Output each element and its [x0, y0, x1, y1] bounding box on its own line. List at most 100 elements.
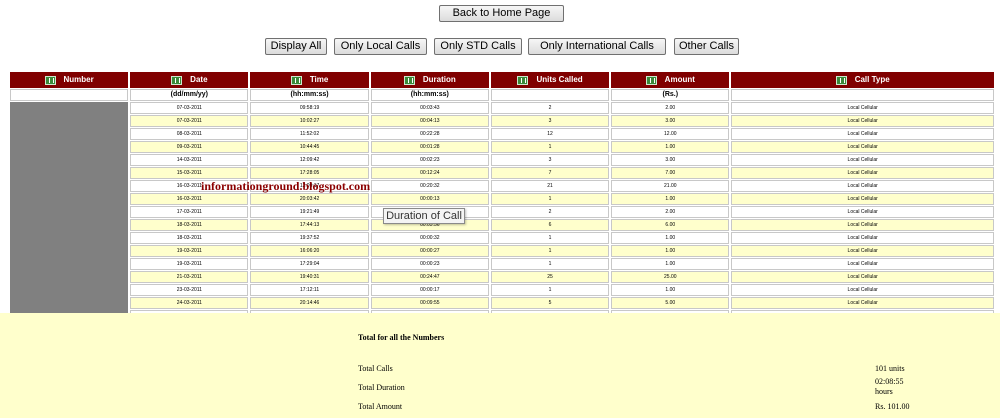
table-cell: 12 [490, 128, 610, 140]
sort-icon[interactable] [403, 75, 415, 85]
table-cell: 10:02:27 [250, 115, 369, 127]
table-cell: 1.00 [611, 258, 730, 270]
table-cell: 14-03-2011 [130, 154, 249, 166]
header-date[interactable]: Date [130, 72, 249, 88]
table-cell: 21-03-2011 [130, 271, 249, 283]
table-cell: 25.00 [611, 271, 730, 283]
table-cell: 7.00 [611, 167, 730, 179]
table-cell: 07-03-2011 [130, 102, 249, 114]
table-cell: 3.00 [611, 115, 730, 127]
table-cell: Local Cellular [731, 206, 994, 218]
header-duration[interactable]: Duration [370, 72, 489, 88]
table-cell: Local Cellular [731, 128, 994, 140]
sort-icon[interactable] [517, 75, 529, 85]
table-cell: 1 [490, 284, 610, 296]
sort-icon[interactable] [645, 75, 657, 85]
table-row: 21-03-2011 19:40:31 00:24:47 25 25.00 Local C… [10, 271, 994, 283]
table-cell: Local Cellular [731, 297, 994, 309]
table-cell: 11:52:02 [250, 128, 369, 140]
summary-title: Total for all the Numbers [358, 333, 445, 342]
table-cell: 1.00 [611, 232, 730, 244]
total-amount-value: Rs. 101.00 [875, 402, 910, 411]
sort-icon[interactable] [290, 75, 302, 85]
table-cell: 09-03-2011 [130, 141, 249, 153]
table-cell: 00:03:43 [370, 102, 489, 114]
table-cell: 21 [490, 180, 610, 192]
total-duration-value: 02:08:55 hours [875, 377, 904, 396]
sort-icon[interactable] [44, 75, 56, 85]
table-cell: 1 [490, 193, 610, 205]
table-cell: 00:00:23 [370, 258, 489, 270]
only-local-calls-button[interactable]: Only Local Calls [334, 38, 427, 55]
header-call-type[interactable]: Call Type [731, 72, 994, 88]
summary-panel: Total for all the Numbers Total Calls 10… [0, 313, 1000, 418]
table-cell: Local Cellular [731, 141, 994, 153]
header-units-called[interactable]: Units Called [490, 72, 610, 88]
table-cell: 12:09:42 [250, 154, 369, 166]
header-time[interactable]: Time [250, 72, 369, 88]
table-cell: 2.00 [611, 102, 730, 114]
table-cell: Local Cellular [731, 271, 994, 283]
unit-cell: (hh:mm:ss) [370, 89, 489, 101]
table-cell: 12.00 [611, 128, 730, 140]
total-calls-label: Total Calls [358, 364, 393, 373]
table-row: 08-03-2011 11:52:02 00:22:28 12 12.00 Local C… [10, 128, 994, 140]
table-cell: 19:40:31 [250, 271, 369, 283]
table-row: 07-03-2011 09:58:19 00:03:43 2 2.00 Local Cel… [10, 102, 994, 361]
only-international-calls-button[interactable]: Only International Calls [528, 38, 666, 55]
table-cell: 7 [490, 167, 610, 179]
table-row: 07-03-2011 10:02:27 00:04:13 3 3.00 Local Cel… [10, 115, 994, 127]
sort-icon[interactable] [835, 75, 847, 85]
table-row: 17-03-201119:21:4900:02:1822.00Local Cel… [10, 206, 994, 218]
other-calls-button[interactable]: Other Calls [674, 38, 739, 55]
table-cell: 00:22:28 [370, 128, 489, 140]
table-cell: 00:04:13 [370, 115, 489, 127]
table-cell: 19:21:49 [250, 206, 369, 218]
unit-cell: (Rs.) [611, 89, 730, 101]
table-row: 23-03-2011 17:12:11 00:00:17 1 1.00 Local Cel… [10, 284, 994, 296]
table-cell: 17-03-2011 [130, 206, 249, 218]
table-cell: 00:00:32 [370, 232, 489, 244]
table-row: 19-03-2011 17:29:04 00:00:23 1 1.00 Local Cel… [10, 258, 994, 270]
table-cell: 16-03-2011 [130, 193, 249, 205]
table-cell: 07-03-2011 [130, 115, 249, 127]
table-row: 18-03-2011 17:44:13 00:05:56 6 6.00 Local Cel… [10, 219, 994, 231]
table-cell: Local Cellular [731, 115, 994, 127]
sort-icon[interactable] [171, 75, 183, 85]
unit-cell: (dd/mm/yy) [130, 89, 249, 101]
table-cell: 3 [490, 154, 610, 166]
table-cell: 1 [490, 245, 610, 257]
table-row: 18-03-2011 19:37:52 00:00:32 1 1.00 Local Cel… [10, 232, 994, 244]
header-amount[interactable]: Amount [611, 72, 730, 88]
table-row: 19-03-2011 16:06:20 00:00:27 1 1.00 Local Cel… [10, 245, 994, 257]
duration-tooltip: Duration of Call [383, 208, 465, 224]
table-cell: 00:02:23 [370, 154, 489, 166]
table-cell: 2.00 [611, 206, 730, 218]
display-all-button[interactable]: Display All [265, 38, 327, 55]
table-row: 09-03-2011 10:44:45 00:01:28 1 1.00 Local Cel… [10, 141, 994, 153]
table-cell: 00:12:24 [370, 167, 489, 179]
table-cell: 12:09:17 [250, 180, 369, 192]
table-cell: 21.00 [611, 180, 730, 192]
table-cell: Local Cellular [731, 258, 994, 270]
table-row: 15-03-2011 17:28:05 00:12:24 7 7.00 Local Cel… [10, 167, 994, 179]
table-cell: 17:28:05 [250, 167, 369, 179]
table-cell: Local Cellular [731, 102, 994, 114]
table-cell: 1 [490, 232, 610, 244]
table-cell: 18-03-2011 [130, 232, 249, 244]
back-to-home-button[interactable]: Back to Home Page [439, 5, 564, 22]
table-cell: 5 [490, 297, 610, 309]
table-cell: 17:44:13 [250, 219, 369, 231]
table-cell: Local Cellular [731, 180, 994, 192]
only-std-calls-button[interactable]: Only STD Calls [434, 38, 522, 55]
table-cell: 18-03-2011 [130, 219, 249, 231]
table-cell: 00:24:47 [370, 271, 489, 283]
table-cell: 10:44:45 [250, 141, 369, 153]
table-cell: 1.00 [611, 284, 730, 296]
header-number[interactable]: Number [10, 72, 129, 88]
table-cell: 2 [490, 102, 610, 114]
table-cell: 15-03-2011 [130, 167, 249, 179]
table-cell: 5.00 [611, 297, 730, 309]
table-cell: 17:29:04 [250, 258, 369, 270]
table-cell: 1 [490, 141, 610, 153]
